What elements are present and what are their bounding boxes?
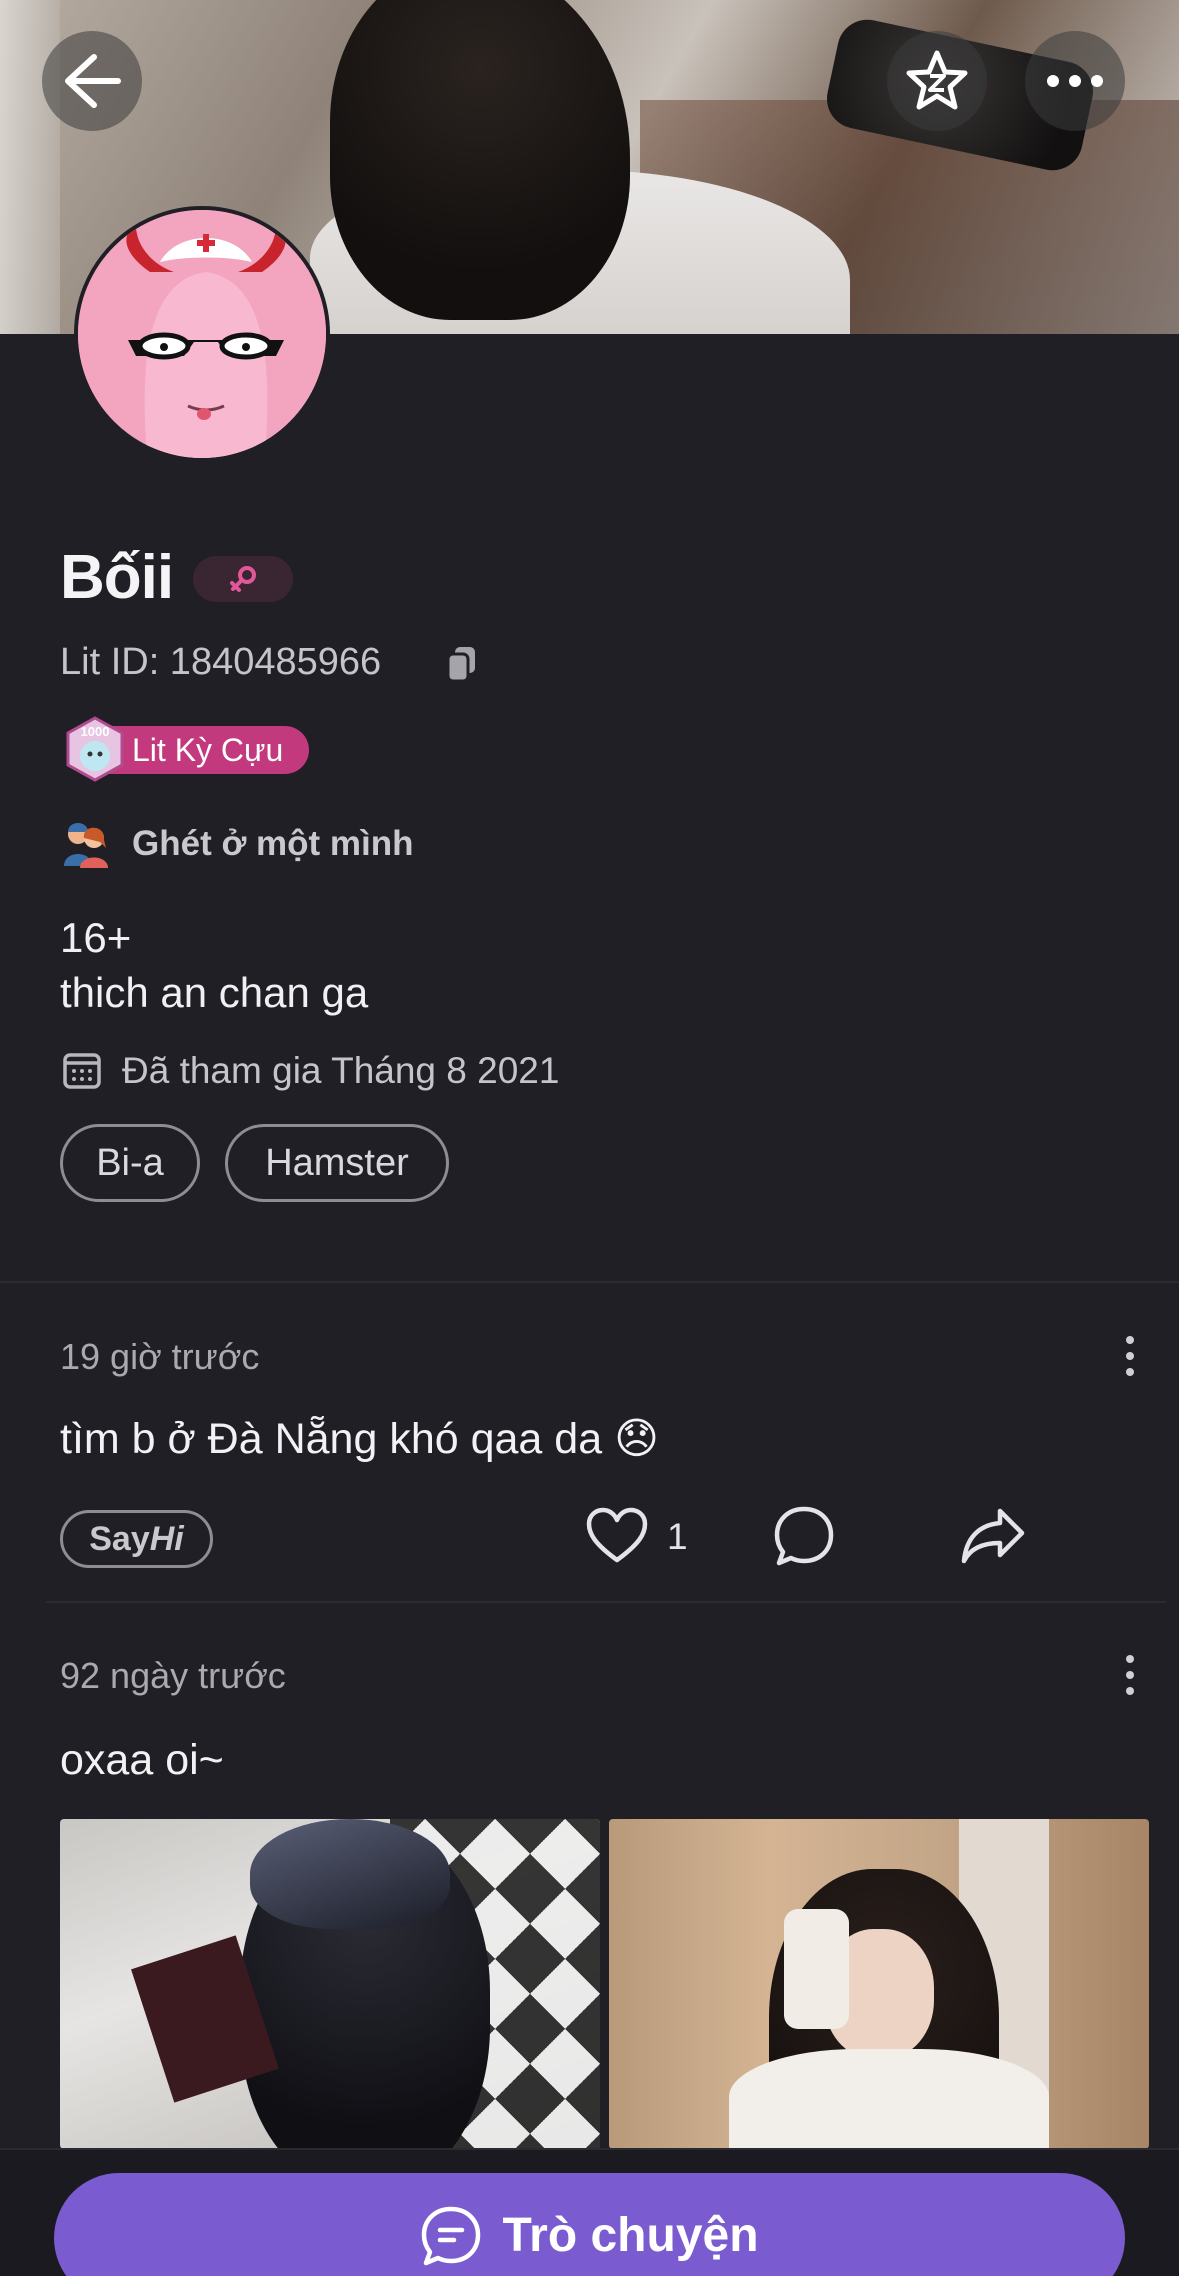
arrow-left-icon: [65, 54, 121, 108]
chat-bubble-icon: [422, 2206, 481, 2266]
say-hi-say: Say: [89, 1519, 150, 1558]
say-hi-button[interactable]: Say Hi: [60, 1510, 213, 1568]
like-count: 1: [667, 1516, 688, 1557]
post-more-button[interactable]: [1118, 1336, 1142, 1376]
say-hi-hi: Hi: [149, 1519, 184, 1558]
mood-status: Ghét ở một mình: [132, 824, 414, 863]
joined-date: Đã tham gia Tháng 8 2021: [122, 1050, 560, 1091]
profile-name: Bốii: [60, 543, 174, 612]
more-button[interactable]: [1025, 31, 1125, 131]
lit-id: Lit ID: 1840485966: [60, 641, 382, 683]
profile-bio: 16+ thich an chan ga: [60, 914, 369, 1016]
copy-icon[interactable]: [445, 645, 479, 683]
section-divider: [0, 1281, 1179, 1283]
post-divider: [46, 1601, 1166, 1603]
heart-icon[interactable]: [585, 1506, 649, 1566]
interest-tag[interactable]: Hamster: [225, 1124, 449, 1202]
post-time: 19 giờ trước: [60, 1336, 260, 1377]
post-text: oxaa oi~: [60, 1736, 224, 1784]
post-more-button[interactable]: [1118, 1655, 1142, 1695]
two-people-icon: [64, 823, 108, 868]
post-time: 92 ngày trước: [60, 1655, 286, 1696]
chat-button-label: Trò chuyện: [502, 2209, 759, 2262]
veteran-badge-icon: 1000: [66, 716, 124, 782]
female-symbol-icon: [230, 566, 256, 592]
chat-button[interactable]: Trò chuyện: [54, 2173, 1125, 2276]
favorite-button[interactable]: [887, 31, 987, 131]
avatar[interactable]: [74, 206, 330, 462]
share-icon[interactable]: [960, 1505, 1026, 1565]
calendar-icon: [63, 1053, 101, 1089]
more-horizontal-icon: [1047, 75, 1103, 87]
post-text: tìm b ở Đà Nẵng khó qaa da 😞: [60, 1415, 659, 1463]
gender-badge: [193, 556, 293, 602]
back-button[interactable]: [42, 31, 142, 131]
rank-icon-number: 1000: [81, 724, 110, 739]
interest-tag[interactable]: Bi-a: [60, 1124, 200, 1202]
devil-nurse-avatar-icon: [78, 210, 326, 458]
post-photo[interactable]: [60, 1819, 600, 2149]
rank-badge-label: Lit Kỳ Cựu: [132, 731, 284, 768]
comment-icon[interactable]: [773, 1505, 835, 1567]
star-icon: [906, 50, 968, 110]
post-photo[interactable]: [609, 1819, 1149, 2149]
